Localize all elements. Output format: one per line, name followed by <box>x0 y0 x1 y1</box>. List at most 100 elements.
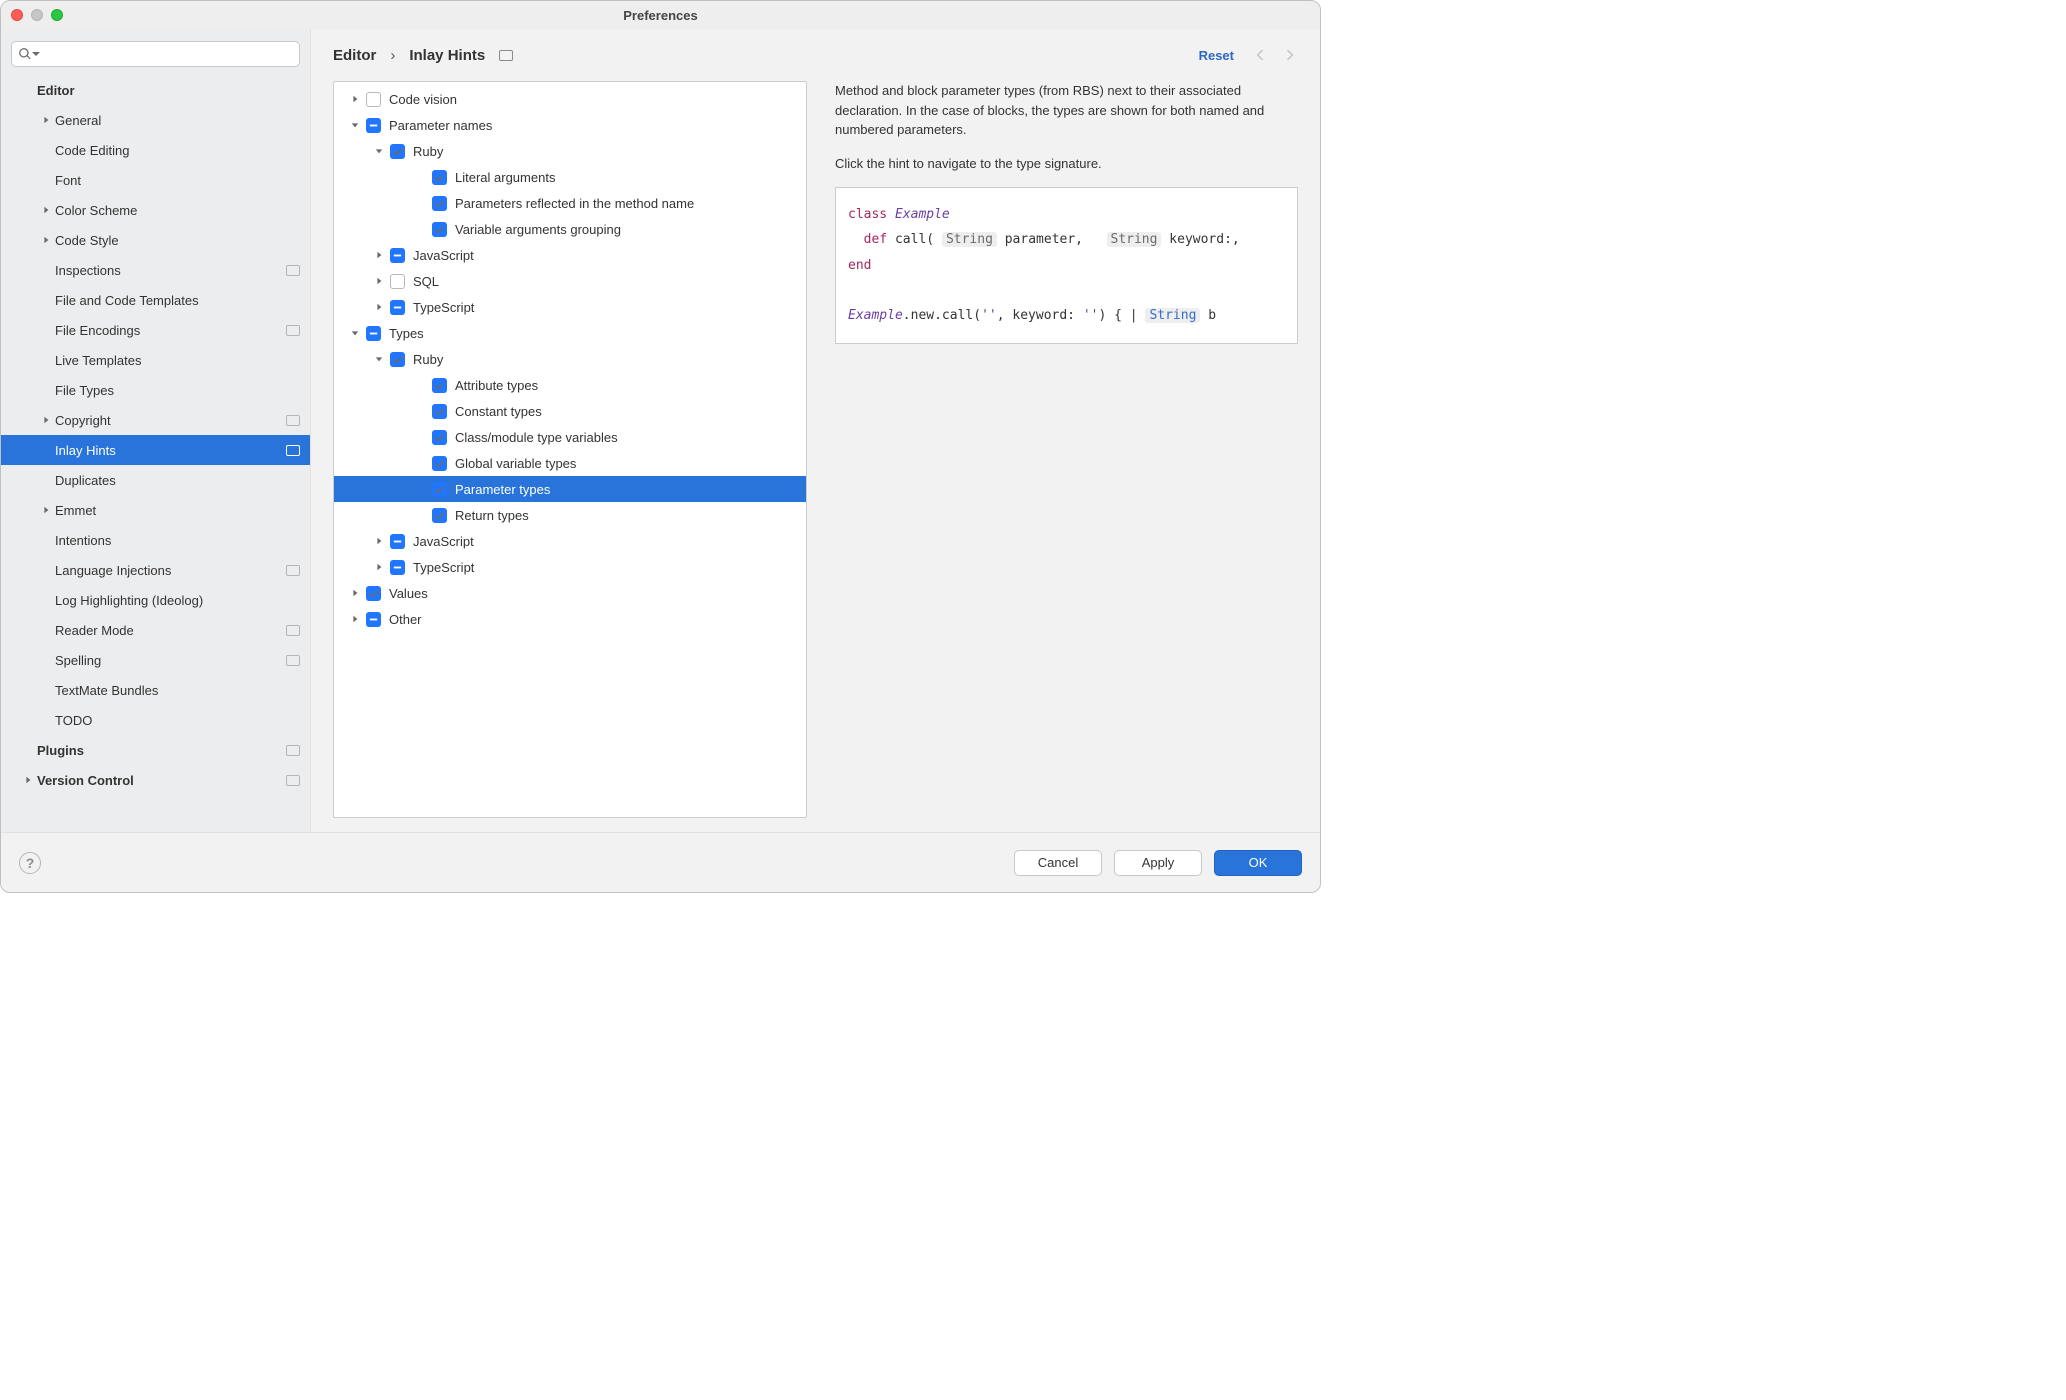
sidebar-item[interactable]: Editor <box>1 75 310 105</box>
hints-tree[interactable]: Code visionParameter namesRubyLiteral ar… <box>333 81 807 818</box>
hint-tree-item[interactable]: TypeScript <box>334 554 806 580</box>
apply-button[interactable]: Apply <box>1114 850 1202 876</box>
checkbox[interactable] <box>432 378 447 393</box>
hint-tree-item[interactable]: Variable arguments grouping <box>334 216 806 242</box>
type-hint[interactable]: String <box>1145 308 1200 323</box>
sidebar-tree[interactable]: EditorGeneralCode EditingFontColor Schem… <box>1 75 310 832</box>
checkbox[interactable] <box>390 534 405 549</box>
checkbox[interactable] <box>366 326 381 341</box>
help-button[interactable]: ? <box>19 852 41 874</box>
hint-tree-item[interactable]: Global variable types <box>334 450 806 476</box>
hint-tree-item[interactable]: Literal arguments <box>334 164 806 190</box>
checkbox[interactable] <box>432 456 447 471</box>
back-icon[interactable] <box>1252 47 1268 63</box>
sidebar-item[interactable]: File Types <box>1 375 310 405</box>
sidebar-item[interactable]: Reader Mode <box>1 615 310 645</box>
checkbox[interactable] <box>432 430 447 445</box>
search-input[interactable] <box>11 41 300 67</box>
sidebar-item[interactable]: Intentions <box>1 525 310 555</box>
chevron-down-icon[interactable] <box>368 147 390 155</box>
checkbox[interactable] <box>390 560 405 575</box>
cancel-button[interactable]: Cancel <box>1014 850 1102 876</box>
hint-tree-item[interactable]: Other <box>334 606 806 632</box>
checkbox[interactable] <box>432 404 447 419</box>
checkbox[interactable] <box>390 274 405 289</box>
checkbox[interactable] <box>390 352 405 367</box>
ok-button[interactable]: OK <box>1214 850 1302 876</box>
hint-tree-item[interactable]: Parameters reflected in the method name <box>334 190 806 216</box>
chevron-right-icon[interactable] <box>368 537 390 545</box>
hint-tree-item[interactable]: Parameter types <box>334 476 806 502</box>
chevron-down-icon[interactable] <box>344 329 366 337</box>
chevron-right-icon <box>37 416 55 424</box>
hint-tree-item[interactable]: Parameter names <box>334 112 806 138</box>
breadcrumb-root[interactable]: Editor <box>333 47 376 64</box>
checkbox[interactable] <box>432 196 447 211</box>
sidebar-item[interactable]: Spelling <box>1 645 310 675</box>
hint-tree-item[interactable]: Code vision <box>334 86 806 112</box>
sidebar-item[interactable]: Duplicates <box>1 465 310 495</box>
type-hint[interactable]: String <box>942 232 997 247</box>
chevron-right-icon[interactable] <box>368 277 390 285</box>
checkbox[interactable] <box>432 170 447 185</box>
checkbox[interactable] <box>390 248 405 263</box>
sidebar-item[interactable]: TODO <box>1 705 310 735</box>
sidebar-item[interactable]: Inspections <box>1 255 310 285</box>
hint-tree-item[interactable]: Ruby <box>334 138 806 164</box>
sidebar-item[interactable]: TextMate Bundles <box>1 675 310 705</box>
sidebar-item[interactable]: File Encodings <box>1 315 310 345</box>
description-paragraph: Click the hint to navigate to the type s… <box>835 154 1298 174</box>
chevron-right-icon[interactable] <box>344 615 366 623</box>
hint-tree-item[interactable]: Class/module type variables <box>334 424 806 450</box>
sidebar-item[interactable]: Color Scheme <box>1 195 310 225</box>
checkbox[interactable] <box>366 92 381 107</box>
sidebar-item[interactable]: Copyright <box>1 405 310 435</box>
sidebar-item[interactable]: Code Style <box>1 225 310 255</box>
hint-tree-item[interactable]: Types <box>334 320 806 346</box>
chevron-right-icon[interactable] <box>344 95 366 103</box>
chevron-down-icon[interactable] <box>368 355 390 363</box>
checkbox[interactable] <box>366 586 381 601</box>
hint-item-label: Constant types <box>455 404 542 419</box>
sidebar-item[interactable]: Version Control <box>1 765 310 795</box>
sidebar-item[interactable]: Code Editing <box>1 135 310 165</box>
checkbox[interactable] <box>390 144 405 159</box>
hint-tree-item[interactable]: SQL <box>334 268 806 294</box>
sidebar-item[interactable]: Live Templates <box>1 345 310 375</box>
chevron-down-icon[interactable] <box>344 121 366 129</box>
hint-tree-item[interactable]: Values <box>334 580 806 606</box>
sidebar-item[interactable]: Log Highlighting (Ideolog) <box>1 585 310 615</box>
type-hint[interactable]: String <box>1107 232 1162 247</box>
sidebar-item-label: Language Injections <box>55 563 286 578</box>
checkbox[interactable] <box>432 222 447 237</box>
hint-tree-item[interactable]: TypeScript <box>334 294 806 320</box>
hint-tree-item[interactable]: JavaScript <box>334 528 806 554</box>
checkbox[interactable] <box>432 482 447 497</box>
checkbox[interactable] <box>432 508 447 523</box>
sidebar-item[interactable]: Inlay Hints <box>1 435 310 465</box>
hint-tree-item[interactable]: Attribute types <box>334 372 806 398</box>
sidebar-item[interactable]: Font <box>1 165 310 195</box>
sidebar-item[interactable]: Emmet <box>1 495 310 525</box>
checkbox[interactable] <box>390 300 405 315</box>
hint-tree-item[interactable]: Return types <box>334 502 806 528</box>
reset-button[interactable]: Reset <box>1199 48 1234 63</box>
hint-item-label: Values <box>389 586 428 601</box>
sidebar-item-label: File Types <box>55 383 300 398</box>
hint-tree-item[interactable]: Ruby <box>334 346 806 372</box>
sidebar-item[interactable]: Language Injections <box>1 555 310 585</box>
checkbox[interactable] <box>366 612 381 627</box>
forward-icon[interactable] <box>1282 47 1298 63</box>
sidebar-item-label: Plugins <box>37 743 286 758</box>
chevron-right-icon[interactable] <box>368 251 390 259</box>
sidebar-item[interactable]: Plugins <box>1 735 310 765</box>
chevron-right-icon[interactable] <box>368 563 390 571</box>
search-field[interactable] <box>45 47 293 62</box>
hint-tree-item[interactable]: Constant types <box>334 398 806 424</box>
hint-tree-item[interactable]: JavaScript <box>334 242 806 268</box>
chevron-right-icon[interactable] <box>368 303 390 311</box>
chevron-right-icon[interactable] <box>344 589 366 597</box>
checkbox[interactable] <box>366 118 381 133</box>
sidebar-item[interactable]: File and Code Templates <box>1 285 310 315</box>
sidebar-item[interactable]: General <box>1 105 310 135</box>
